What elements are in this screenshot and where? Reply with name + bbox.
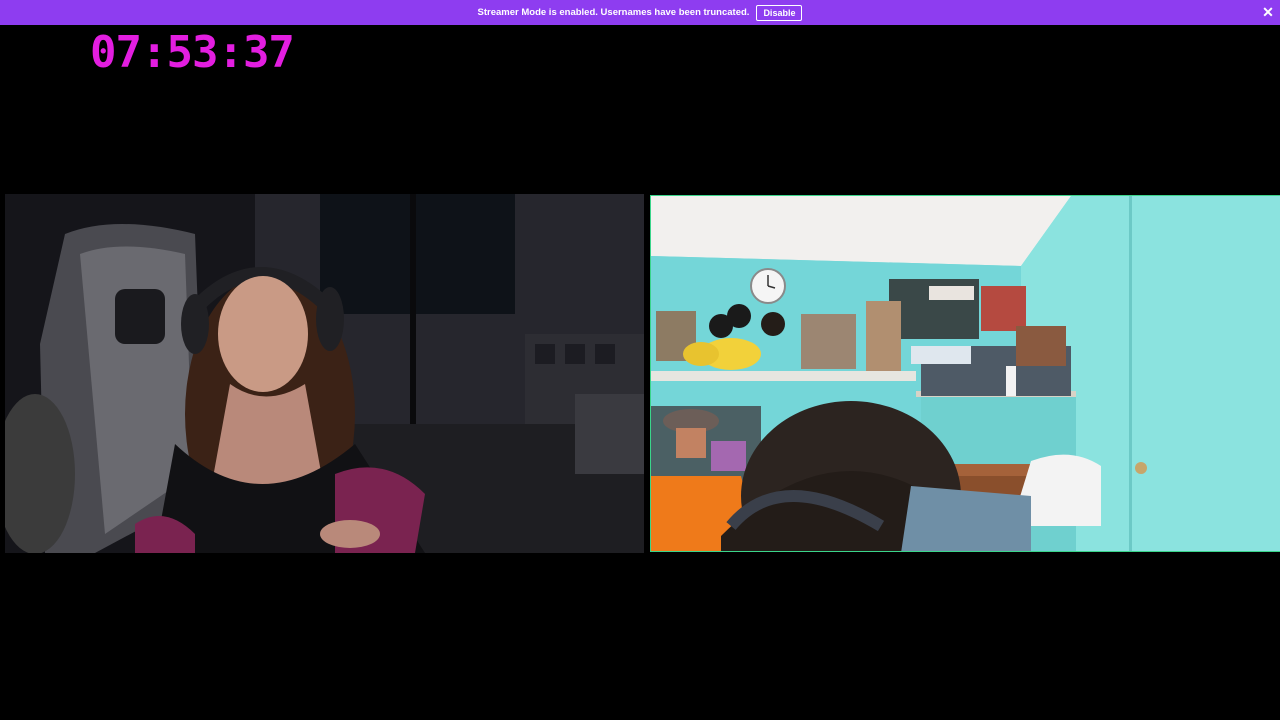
left-video-feed (5, 194, 644, 553)
close-icon[interactable]: ✕ (1260, 4, 1276, 20)
left-video-image (5, 194, 644, 553)
right-video-feed (650, 195, 1280, 552)
banner-message: Streamer Mode is enabled. Usernames have… (477, 7, 750, 18)
stream-timer: 07:53:37 (90, 27, 295, 78)
disable-button[interactable]: Disable (756, 4, 803, 21)
streamer-mode-banner: Streamer Mode is enabled. Usernames have… (0, 0, 1280, 25)
right-video-image (651, 196, 1280, 551)
